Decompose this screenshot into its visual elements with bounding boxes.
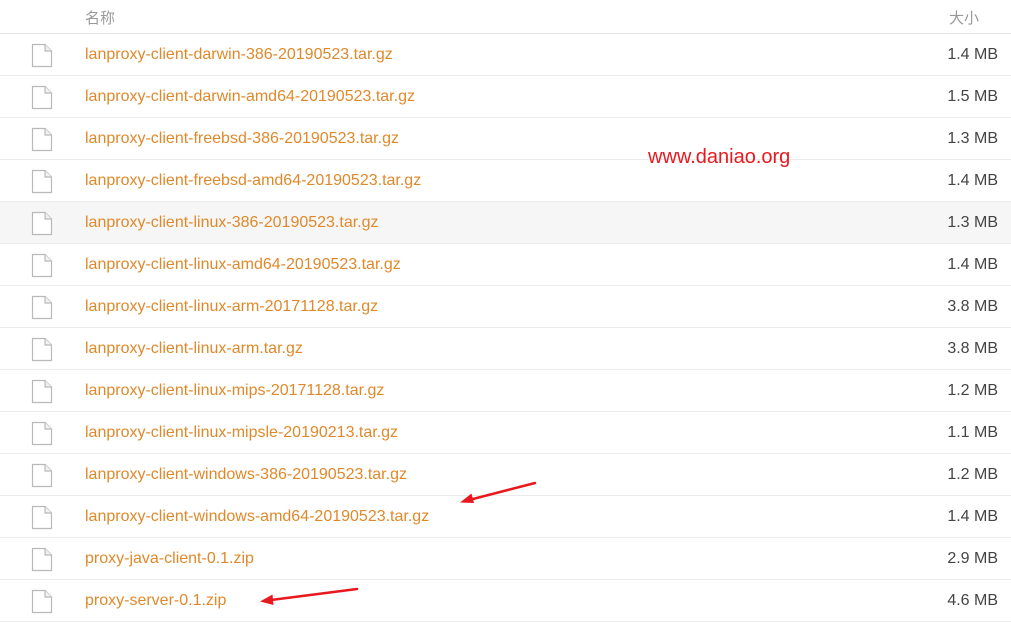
file-row[interactable]: lanproxy-client-linux-amd64-20190523.tar… (0, 244, 1011, 286)
file-list: lanproxy-client-darwin-386-20190523.tar.… (0, 34, 1011, 622)
file-link[interactable]: lanproxy-client-linux-mips-20171128.tar.… (85, 382, 384, 400)
file-row[interactable]: proxy-java-client-0.1.zip 2.9 MB (0, 538, 1011, 580)
file-size: 1.2 MB (947, 466, 998, 483)
file-link[interactable]: lanproxy-client-linux-arm-20171128.tar.g… (85, 298, 378, 316)
file-link[interactable]: lanproxy-client-linux-amd64-20190523.tar… (85, 256, 401, 274)
file-size: 1.1 MB (947, 424, 998, 441)
file-row[interactable]: proxy-server-0.1.zip 4.6 MB (0, 580, 1011, 622)
file-row[interactable]: lanproxy-client-darwin-386-20190523.tar.… (0, 34, 1011, 76)
file-link[interactable]: lanproxy-client-windows-386-20190523.tar… (85, 466, 407, 484)
file-row[interactable]: lanproxy-client-linux-arm.tar.gz 3.8 MB (0, 328, 1011, 370)
file-row[interactable]: lanproxy-client-freebsd-386-20190523.tar… (0, 118, 1011, 160)
file-icon (31, 295, 53, 320)
file-icon (31, 169, 53, 194)
file-size: 2.9 MB (947, 550, 998, 567)
file-link[interactable]: proxy-server-0.1.zip (85, 592, 226, 610)
file-link[interactable]: lanproxy-client-windows-amd64-20190523.t… (85, 508, 429, 526)
file-link[interactable]: proxy-java-client-0.1.zip (85, 550, 254, 568)
file-link[interactable]: lanproxy-client-linux-386-20190523.tar.g… (85, 214, 379, 232)
file-row[interactable]: lanproxy-client-linux-386-20190523.tar.g… (0, 202, 1011, 244)
file-size: 1.3 MB (947, 130, 998, 147)
file-link[interactable]: lanproxy-client-linux-mipsle-20190213.ta… (85, 424, 398, 442)
file-size: 1.5 MB (947, 88, 998, 105)
file-size: 3.8 MB (947, 298, 998, 315)
file-size: 3.8 MB (947, 340, 998, 357)
file-icon (31, 505, 53, 530)
arrow-icon (260, 587, 359, 605)
file-icon (31, 85, 53, 110)
file-size: 1.4 MB (947, 508, 998, 525)
file-size: 1.2 MB (947, 382, 998, 399)
arrow-icon (460, 481, 537, 503)
file-link[interactable]: lanproxy-client-freebsd-amd64-20190523.t… (85, 172, 421, 190)
file-icon (31, 547, 53, 572)
file-size: 1.4 MB (947, 172, 998, 189)
file-size: 1.3 MB (947, 214, 998, 231)
file-row[interactable]: lanproxy-client-linux-mips-20171128.tar.… (0, 370, 1011, 412)
column-header-name[interactable]: 名称 (85, 7, 115, 28)
file-size: 4.6 MB (947, 592, 998, 609)
file-icon (31, 127, 53, 152)
file-icon (31, 589, 53, 614)
file-link[interactable]: lanproxy-client-darwin-386-20190523.tar.… (85, 46, 393, 64)
file-size: 1.4 MB (947, 46, 998, 63)
file-row[interactable]: lanproxy-client-linux-arm-20171128.tar.g… (0, 286, 1011, 328)
file-icon (31, 253, 53, 278)
file-link[interactable]: lanproxy-client-linux-arm.tar.gz (85, 340, 303, 358)
file-row[interactable]: lanproxy-client-freebsd-amd64-20190523.t… (0, 160, 1011, 202)
file-icon (31, 337, 53, 362)
file-link[interactable]: lanproxy-client-freebsd-386-20190523.tar… (85, 130, 399, 148)
file-link[interactable]: lanproxy-client-darwin-amd64-20190523.ta… (85, 88, 415, 106)
file-row[interactable]: lanproxy-client-darwin-amd64-20190523.ta… (0, 76, 1011, 118)
file-icon (31, 43, 53, 68)
file-list-header: 名称 大小 (0, 0, 1011, 34)
file-icon (31, 211, 53, 236)
file-icon (31, 463, 53, 488)
file-row[interactable]: lanproxy-client-linux-mipsle-20190213.ta… (0, 412, 1011, 454)
file-size: 1.4 MB (947, 256, 998, 273)
file-icon (31, 421, 53, 446)
column-header-size[interactable]: 大小 (949, 7, 979, 28)
watermark-text: www.daniao.org (648, 146, 791, 168)
file-icon (31, 379, 53, 404)
